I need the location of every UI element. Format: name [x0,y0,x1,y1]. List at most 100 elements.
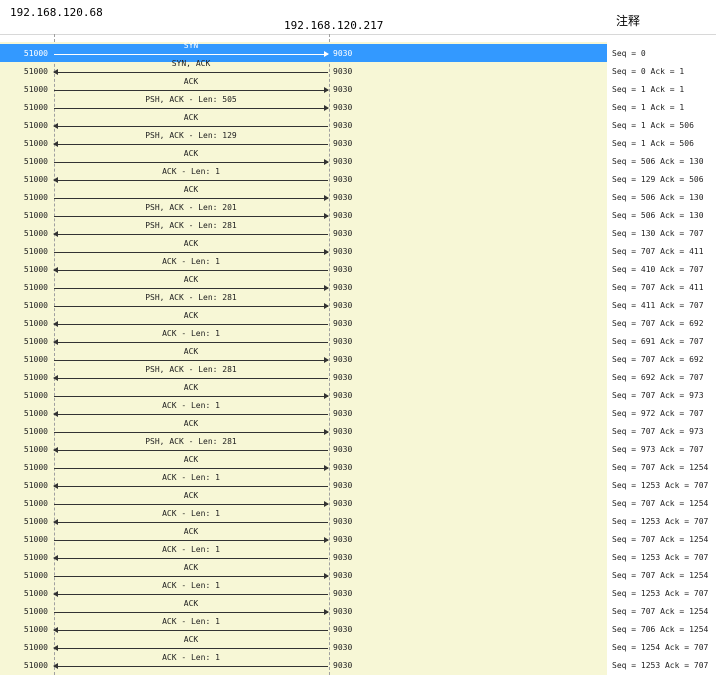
arrow-left-icon [53,555,328,561]
source-port: 51000 [23,301,48,310]
destination-port: 9030 [333,499,353,508]
source-port: 51000 [23,103,48,112]
seq-ack-note: Seq = 707 Ack = 973 [612,427,704,436]
arrow-right-icon [54,159,329,165]
destination-port: 9030 [333,121,353,130]
packet-label: ACK [183,185,199,194]
destination-port: 9030 [333,247,353,256]
arrow-left-icon [53,483,328,489]
arrow-left-icon [53,627,328,633]
source-port: 51000 [23,193,48,202]
seq-ack-note: Seq = 707 Ack = 1254 [612,499,709,508]
destination-port: 9030 [333,589,353,598]
seq-ack-note: Seq = 1 Ack = 506 [612,139,694,148]
arrow-left-icon [53,321,328,327]
arrow-right-icon [54,537,329,543]
source-port: 51000 [23,265,48,274]
destination-port: 9030 [333,553,353,562]
seq-ack-note: Seq = 707 Ack = 1254 [612,571,709,580]
packet-label: ACK - Len: 1 [162,257,220,266]
source-port: 51000 [23,211,48,220]
packet-label: ACK [183,239,199,248]
arrow-left-icon [53,447,328,453]
packet-label: PSH, ACK - Len: 281 [145,221,237,230]
packet-label: ACK - Len: 1 [162,581,220,590]
seq-ack-note: Seq = 130 Ack = 707 [612,229,704,238]
destination-port: 9030 [333,175,353,184]
arrow-right-icon [54,501,329,507]
arrow-left-icon [53,177,328,183]
destination-port: 9030 [333,409,353,418]
destination-port: 9030 [333,355,353,364]
source-port: 51000 [23,589,48,598]
packet-label: ACK - Len: 1 [162,401,220,410]
notes-column-header: 注释 [616,14,641,28]
packet-label: ACK [183,419,199,428]
destination-port: 9030 [333,265,353,274]
seq-ack-note: Seq = 1253 Ack = 707 [612,553,709,562]
destination-port: 9030 [333,517,353,526]
arrow-right-icon [54,303,329,309]
source-port: 51000 [23,157,48,166]
packet-label: SYN, ACK [171,59,211,68]
seq-ack-note: Seq = 1253 Ack = 707 [612,481,709,490]
packet-label: PSH, ACK - Len: 129 [145,131,237,140]
seq-ack-note: Seq = 1254 Ack = 707 [612,643,709,652]
arrow-left-icon [53,339,328,345]
source-port: 51000 [23,67,48,76]
arrow-left-icon [53,663,328,669]
packet-label: ACK - Len: 1 [162,473,220,482]
packet-label: ACK - Len: 1 [162,167,220,176]
destination-port: 9030 [333,301,353,310]
seq-ack-note: Seq = 1 Ack = 506 [612,121,694,130]
source-port: 51000 [23,229,48,238]
seq-ack-note: Seq = 692 Ack = 707 [612,373,704,382]
source-port: 51000 [23,319,48,328]
destination-port: 9030 [333,643,353,652]
source-port: 51000 [23,607,48,616]
destination-port: 9030 [333,283,353,292]
destination-port: 9030 [333,427,353,436]
arrow-left-icon [53,591,328,597]
seq-ack-note: Seq = 0 Ack = 1 [612,67,685,76]
packet-label: ACK [183,599,199,608]
packet-label: ACK [183,311,199,320]
destination-port: 9030 [333,463,353,472]
destination-port: 9030 [333,85,353,94]
arrow-right-icon [54,249,329,255]
packet-label: PSH, ACK - Len: 505 [145,95,237,104]
arrow-right-icon [54,429,329,435]
packet-label: ACK - Len: 1 [162,617,220,626]
seq-ack-note: Seq = 506 Ack = 130 [612,193,704,202]
packet-label: ACK - Len: 1 [162,545,220,554]
destination-port: 9030 [333,373,353,382]
seq-ack-note: Seq = 707 Ack = 692 [612,355,704,364]
seq-ack-note: Seq = 410 Ack = 707 [612,265,704,274]
destination-port: 9030 [333,571,353,580]
source-port: 51000 [23,463,48,472]
packet-label: ACK [183,383,199,392]
packet-label: PSH, ACK - Len: 281 [145,437,237,446]
destination-port: 9030 [333,481,353,490]
seq-ack-note: Seq = 1253 Ack = 707 [612,661,709,670]
arrow-right-icon [54,105,329,111]
source-port: 51000 [23,121,48,130]
arrow-left-icon [53,645,328,651]
seq-ack-note: Seq = 707 Ack = 692 [612,319,704,328]
arrow-left-icon [53,267,328,273]
source-port: 51000 [23,643,48,652]
destination-port: 9030 [333,391,353,400]
packet-label: ACK [183,275,199,284]
seq-ack-note: Seq = 972 Ack = 707 [612,409,704,418]
seq-ack-note: Seq = 1 Ack = 1 [612,85,685,94]
packet-label: ACK [183,563,199,572]
source-port: 51000 [23,481,48,490]
packet-label: ACK [183,149,199,158]
packet-label: ACK - Len: 1 [162,329,220,338]
seq-ack-note: Seq = 506 Ack = 130 [612,211,704,220]
flow-row[interactable]: 51000 ACK - Len: 1 9030 Seq = 1253 Ack = 70… [0,653,716,674]
source-port: 51000 [23,283,48,292]
arrow-left-icon [53,123,328,129]
source-port: 51000 [23,535,48,544]
packet-label: ACK - Len: 1 [162,509,220,518]
